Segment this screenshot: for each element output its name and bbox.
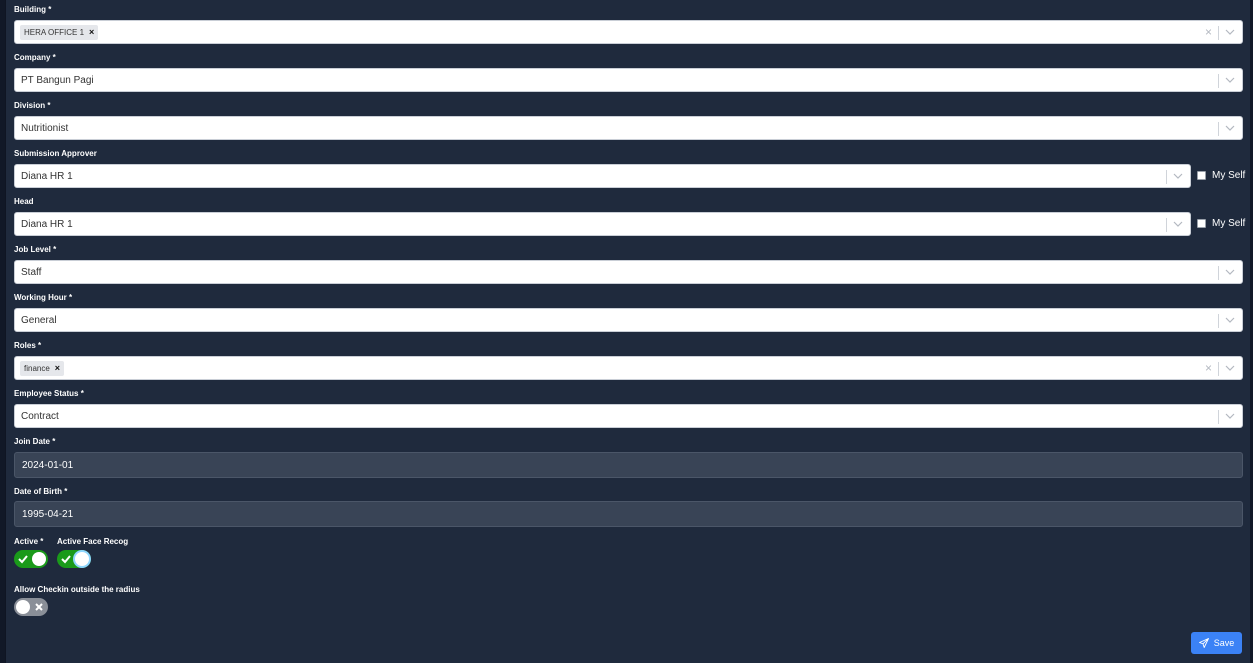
building-select[interactable]: HERA OFFICE 1 × × [14, 20, 1243, 44]
head-value: Diana HR 1 [21, 219, 73, 230]
active-face-recog-toggle[interactable] [57, 550, 91, 568]
allow-checkin-label: Allow Checkin outside the radius [14, 585, 140, 594]
myself-checkbox[interactable] [1197, 171, 1206, 180]
join-date-input[interactable]: 2024-01-01 [14, 452, 1243, 478]
select-separator [1218, 362, 1219, 376]
employee-form-panel: Building * HERA OFFICE 1 × × Company * PT… [5, 0, 1250, 663]
building-label: Building * [14, 5, 52, 14]
x-icon [35, 603, 43, 611]
select-separator [1218, 74, 1219, 88]
select-separator [1218, 122, 1219, 136]
roles-select[interactable]: finance × × [14, 356, 1243, 380]
working-hour-value: General [21, 315, 57, 326]
division-value: Nutritionist [21, 123, 69, 134]
building-tag: HERA OFFICE 1 × [20, 25, 99, 40]
toggle-knob [75, 552, 89, 566]
chevron-down-icon[interactable] [1172, 218, 1184, 230]
division-label: Division * [14, 101, 51, 110]
join-date-label: Join Date * [14, 437, 56, 446]
active-toggle[interactable] [14, 550, 48, 568]
chevron-down-icon[interactable] [1224, 74, 1236, 86]
head-select[interactable]: Diana HR 1 [14, 212, 1191, 236]
chevron-down-icon[interactable] [1224, 314, 1236, 326]
employee-status-select[interactable]: Contract [14, 404, 1243, 428]
select-separator [1218, 314, 1219, 328]
chevron-down-icon[interactable] [1224, 266, 1236, 278]
active-label: Active * [14, 537, 44, 546]
date-of-birth-input[interactable]: 1995-04-21 [14, 501, 1243, 527]
tag-remove-icon[interactable]: × [55, 363, 60, 373]
active-face-recog-label: Active Face Recog [57, 537, 129, 546]
chevron-down-icon[interactable] [1172, 170, 1184, 182]
roles-tag: finance × [20, 361, 65, 376]
check-icon [18, 555, 28, 564]
submission-approver-value: Diana HR 1 [21, 171, 73, 182]
chevron-down-icon[interactable] [1224, 26, 1236, 38]
employee-status-label: Employee Status * [14, 389, 84, 398]
chevron-down-icon[interactable] [1224, 410, 1236, 422]
toggle-knob [16, 600, 30, 614]
save-label: Save [1213, 638, 1235, 648]
submission-approver-select[interactable]: Diana HR 1 [14, 164, 1191, 188]
select-separator [1166, 218, 1167, 232]
job-level-select[interactable]: Staff [14, 260, 1243, 284]
check-icon [61, 555, 71, 564]
submission-approver-label: Submission Approver [14, 149, 97, 158]
select-separator [1218, 266, 1219, 280]
clear-icon[interactable]: × [1205, 25, 1212, 39]
division-select[interactable]: Nutritionist [14, 116, 1243, 140]
select-separator [1166, 170, 1167, 184]
myself-label: My Self [1212, 170, 1246, 181]
myself-checkbox[interactable] [1197, 219, 1206, 228]
date-of-birth-label: Date of Birth * [14, 487, 68, 496]
tag-remove-icon[interactable]: × [89, 27, 94, 37]
allow-checkin-toggle[interactable] [14, 598, 48, 616]
head-myself[interactable]: My Self [1197, 218, 1245, 229]
roles-label: Roles * [14, 341, 42, 350]
clear-icon[interactable]: × [1205, 361, 1212, 375]
select-separator [1218, 410, 1219, 424]
working-hour-select[interactable]: General [14, 308, 1243, 332]
toggle-knob [32, 552, 46, 566]
head-label: Head [14, 197, 34, 206]
date-of-birth-value: 1995-04-21 [22, 509, 74, 520]
working-hour-label: Working Hour * [14, 293, 73, 302]
job-level-label: Job Level * [14, 245, 57, 254]
submission-approver-myself[interactable]: My Self [1197, 170, 1245, 181]
save-button[interactable]: Save [1191, 632, 1242, 654]
roles-tag-label: finance [24, 364, 50, 373]
employee-status-value: Contract [21, 411, 59, 422]
myself-label: My Self [1212, 218, 1246, 229]
building-tag-label: HERA OFFICE 1 [24, 28, 85, 37]
company-label: Company * [14, 53, 56, 62]
select-separator [1218, 26, 1219, 40]
company-select[interactable]: PT Bangun Pagi [14, 68, 1243, 92]
send-icon [1198, 638, 1209, 648]
chevron-down-icon[interactable] [1224, 122, 1236, 134]
job-level-value: Staff [21, 267, 42, 278]
company-value: PT Bangun Pagi [21, 75, 94, 86]
join-date-value: 2024-01-01 [22, 460, 74, 471]
chevron-down-icon[interactable] [1224, 362, 1236, 374]
